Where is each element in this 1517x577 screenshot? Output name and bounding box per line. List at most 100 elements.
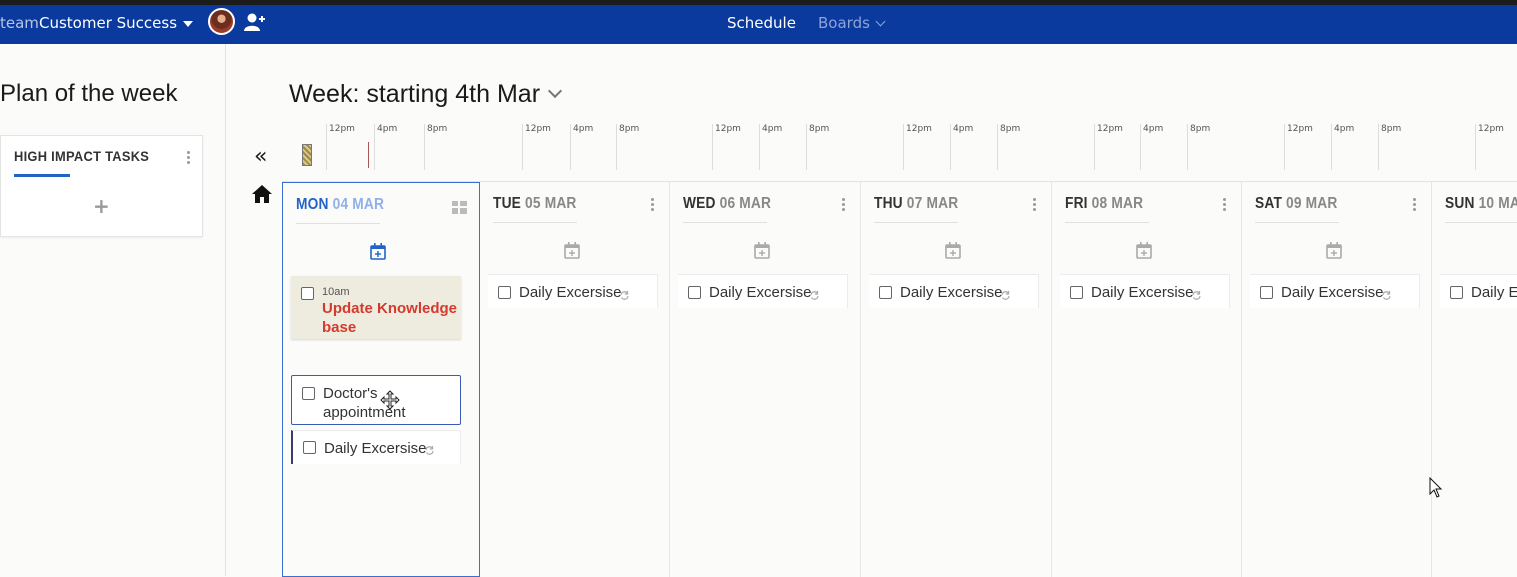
- timeline-label: 12pm: [1097, 124, 1123, 134]
- task-checkbox[interactable]: [1070, 286, 1083, 299]
- timeline-label: 8pm: [1190, 124, 1211, 134]
- avatar[interactable]: [208, 8, 235, 35]
- timeline-label: 12pm: [525, 124, 551, 134]
- task-title: Daily Excersise: [900, 284, 1003, 301]
- timeline-tick: [1331, 124, 1332, 170]
- task-card[interactable]: Daily Excersise: [869, 274, 1039, 308]
- timeline-label: 4pm: [377, 124, 398, 134]
- add-user-icon[interactable]: [244, 12, 266, 32]
- header-underline: [683, 222, 767, 223]
- day-date: 08 MAR: [1091, 195, 1144, 212]
- timeline-tick: [1475, 124, 1476, 170]
- task-checkbox[interactable]: [498, 286, 511, 299]
- task-card-selected[interactable]: Doctor's appointment: [291, 375, 461, 425]
- collapse-sidebar-button[interactable]: «: [254, 144, 267, 169]
- task-checkbox[interactable]: [301, 287, 314, 300]
- timeline-tick: [1378, 124, 1379, 170]
- day-header: SUN 10 MAR: [1445, 195, 1517, 213]
- timeline-label: 12pm: [1287, 124, 1313, 134]
- task-title: Daily Excersise: [1281, 284, 1384, 301]
- column-menu-icon[interactable]: [1223, 198, 1227, 212]
- header-underline: [1065, 222, 1149, 223]
- task-checkbox[interactable]: [879, 286, 892, 299]
- day-of-week: SUN: [1445, 195, 1475, 212]
- task-checkbox[interactable]: [302, 387, 315, 400]
- card-title-underline: [14, 174, 70, 177]
- task-title-line1: Doctor's: [323, 385, 378, 402]
- card-menu-icon[interactable]: [187, 151, 191, 165]
- timeline-tick: [759, 124, 760, 170]
- mouse-cursor-icon: [1429, 477, 1443, 498]
- day-column-wed: WED 06 MAR Daily Excersise: [670, 182, 861, 577]
- repeat-icon: [1001, 291, 1010, 300]
- day-column-tue: TUE 05 MAR Daily Excersise: [480, 182, 670, 577]
- calendar-add-icon[interactable]: [564, 242, 580, 259]
- column-menu-icon[interactable]: [1033, 198, 1037, 212]
- layout-grid-icon[interactable]: [452, 201, 467, 214]
- day-date: 06 MAR: [719, 195, 772, 212]
- day-header: THU 07 MAR: [874, 195, 958, 213]
- day-of-week: FRI: [1065, 195, 1088, 212]
- move-icon[interactable]: [380, 390, 400, 410]
- repeat-icon: [1382, 291, 1391, 300]
- header-underline: [1255, 222, 1339, 223]
- calendar-add-icon[interactable]: [370, 243, 386, 260]
- calendar-add-icon[interactable]: [754, 242, 770, 259]
- timeline-tick: [950, 124, 951, 170]
- timeline-label: 8pm: [1381, 124, 1402, 134]
- timeline-tick: [1284, 124, 1285, 170]
- column-menu-icon[interactable]: [1413, 198, 1417, 212]
- week-selector[interactable]: Week: starting 4th Mar: [289, 80, 563, 109]
- header-underline: [296, 223, 380, 224]
- column-menu-icon[interactable]: [842, 198, 846, 212]
- day-column-fri: FRI 08 MAR Daily Excersise: [1052, 182, 1242, 577]
- calendar-add-icon[interactable]: [1326, 242, 1342, 259]
- day-of-week: SAT: [1255, 195, 1283, 212]
- tab-boards[interactable]: Boards: [818, 14, 886, 32]
- column-menu-icon[interactable]: [651, 198, 655, 212]
- add-task-button[interactable]: +: [93, 194, 110, 218]
- task-card[interactable]: Daily Excersise: [291, 430, 461, 464]
- timeline-tick: [1187, 124, 1188, 170]
- tab-boards-label: Boards: [818, 14, 870, 32]
- timeline-label: 12pm: [906, 124, 932, 134]
- task-checkbox[interactable]: [1450, 286, 1463, 299]
- task-card[interactable]: Daily Excersise: [1250, 274, 1420, 308]
- day-date: 10 MAR: [1478, 195, 1517, 212]
- repeat-icon: [425, 446, 434, 455]
- task-card[interactable]: Daily Excersise: [1060, 274, 1230, 308]
- task-card[interactable]: Daily Excersise: [678, 274, 848, 308]
- timeline-tick: [326, 124, 327, 170]
- sidebar: Plan of the week HIGH IMPACT TASKS +: [0, 44, 226, 576]
- calendar-add-icon[interactable]: [945, 242, 961, 259]
- task-time: 10am: [322, 286, 350, 298]
- chevron-down-icon: [875, 16, 886, 27]
- calendar-add-icon[interactable]: [1136, 242, 1152, 259]
- task-card[interactable]: Daily E: [1440, 274, 1517, 308]
- chevron-down-icon: [547, 83, 563, 99]
- high-impact-tasks-card: HIGH IMPACT TASKS +: [0, 135, 203, 237]
- timeline-label: 8pm: [1000, 124, 1021, 134]
- team-switcher[interactable]: Customer Success: [39, 14, 194, 32]
- day-header: FRI 08 MAR: [1065, 195, 1143, 213]
- team-name: Customer Success: [39, 14, 178, 32]
- task-checkbox[interactable]: [303, 441, 316, 454]
- timeline-tick: [903, 124, 904, 170]
- task-checkbox[interactable]: [688, 286, 701, 299]
- home-icon[interactable]: [251, 184, 273, 204]
- header-underline: [874, 222, 958, 223]
- day-date: 05 MAR: [525, 195, 577, 212]
- task-checkbox[interactable]: [1260, 286, 1273, 299]
- task-card-priority[interactable]: 10am Update Knowledge base: [291, 276, 461, 339]
- nav-tabs: Schedule Boards: [727, 14, 886, 32]
- timeline-label: 4pm: [1143, 124, 1164, 134]
- task-card[interactable]: Daily Excersise: [488, 274, 658, 308]
- timeline-label: 12pm: [715, 124, 741, 134]
- timeline-tick: [616, 124, 617, 170]
- timeline-label: 8pm: [427, 124, 448, 134]
- day-timeline: 12pm 4pm 8pm 12pm 4pm 8pm 12pm 4pm 8pm 1…: [300, 120, 1517, 170]
- task-title: Daily Excersise: [709, 284, 812, 301]
- tab-schedule[interactable]: Schedule: [727, 14, 796, 32]
- timeline-tick: [712, 124, 713, 170]
- week-title: Week: starting 4th Mar: [289, 80, 541, 108]
